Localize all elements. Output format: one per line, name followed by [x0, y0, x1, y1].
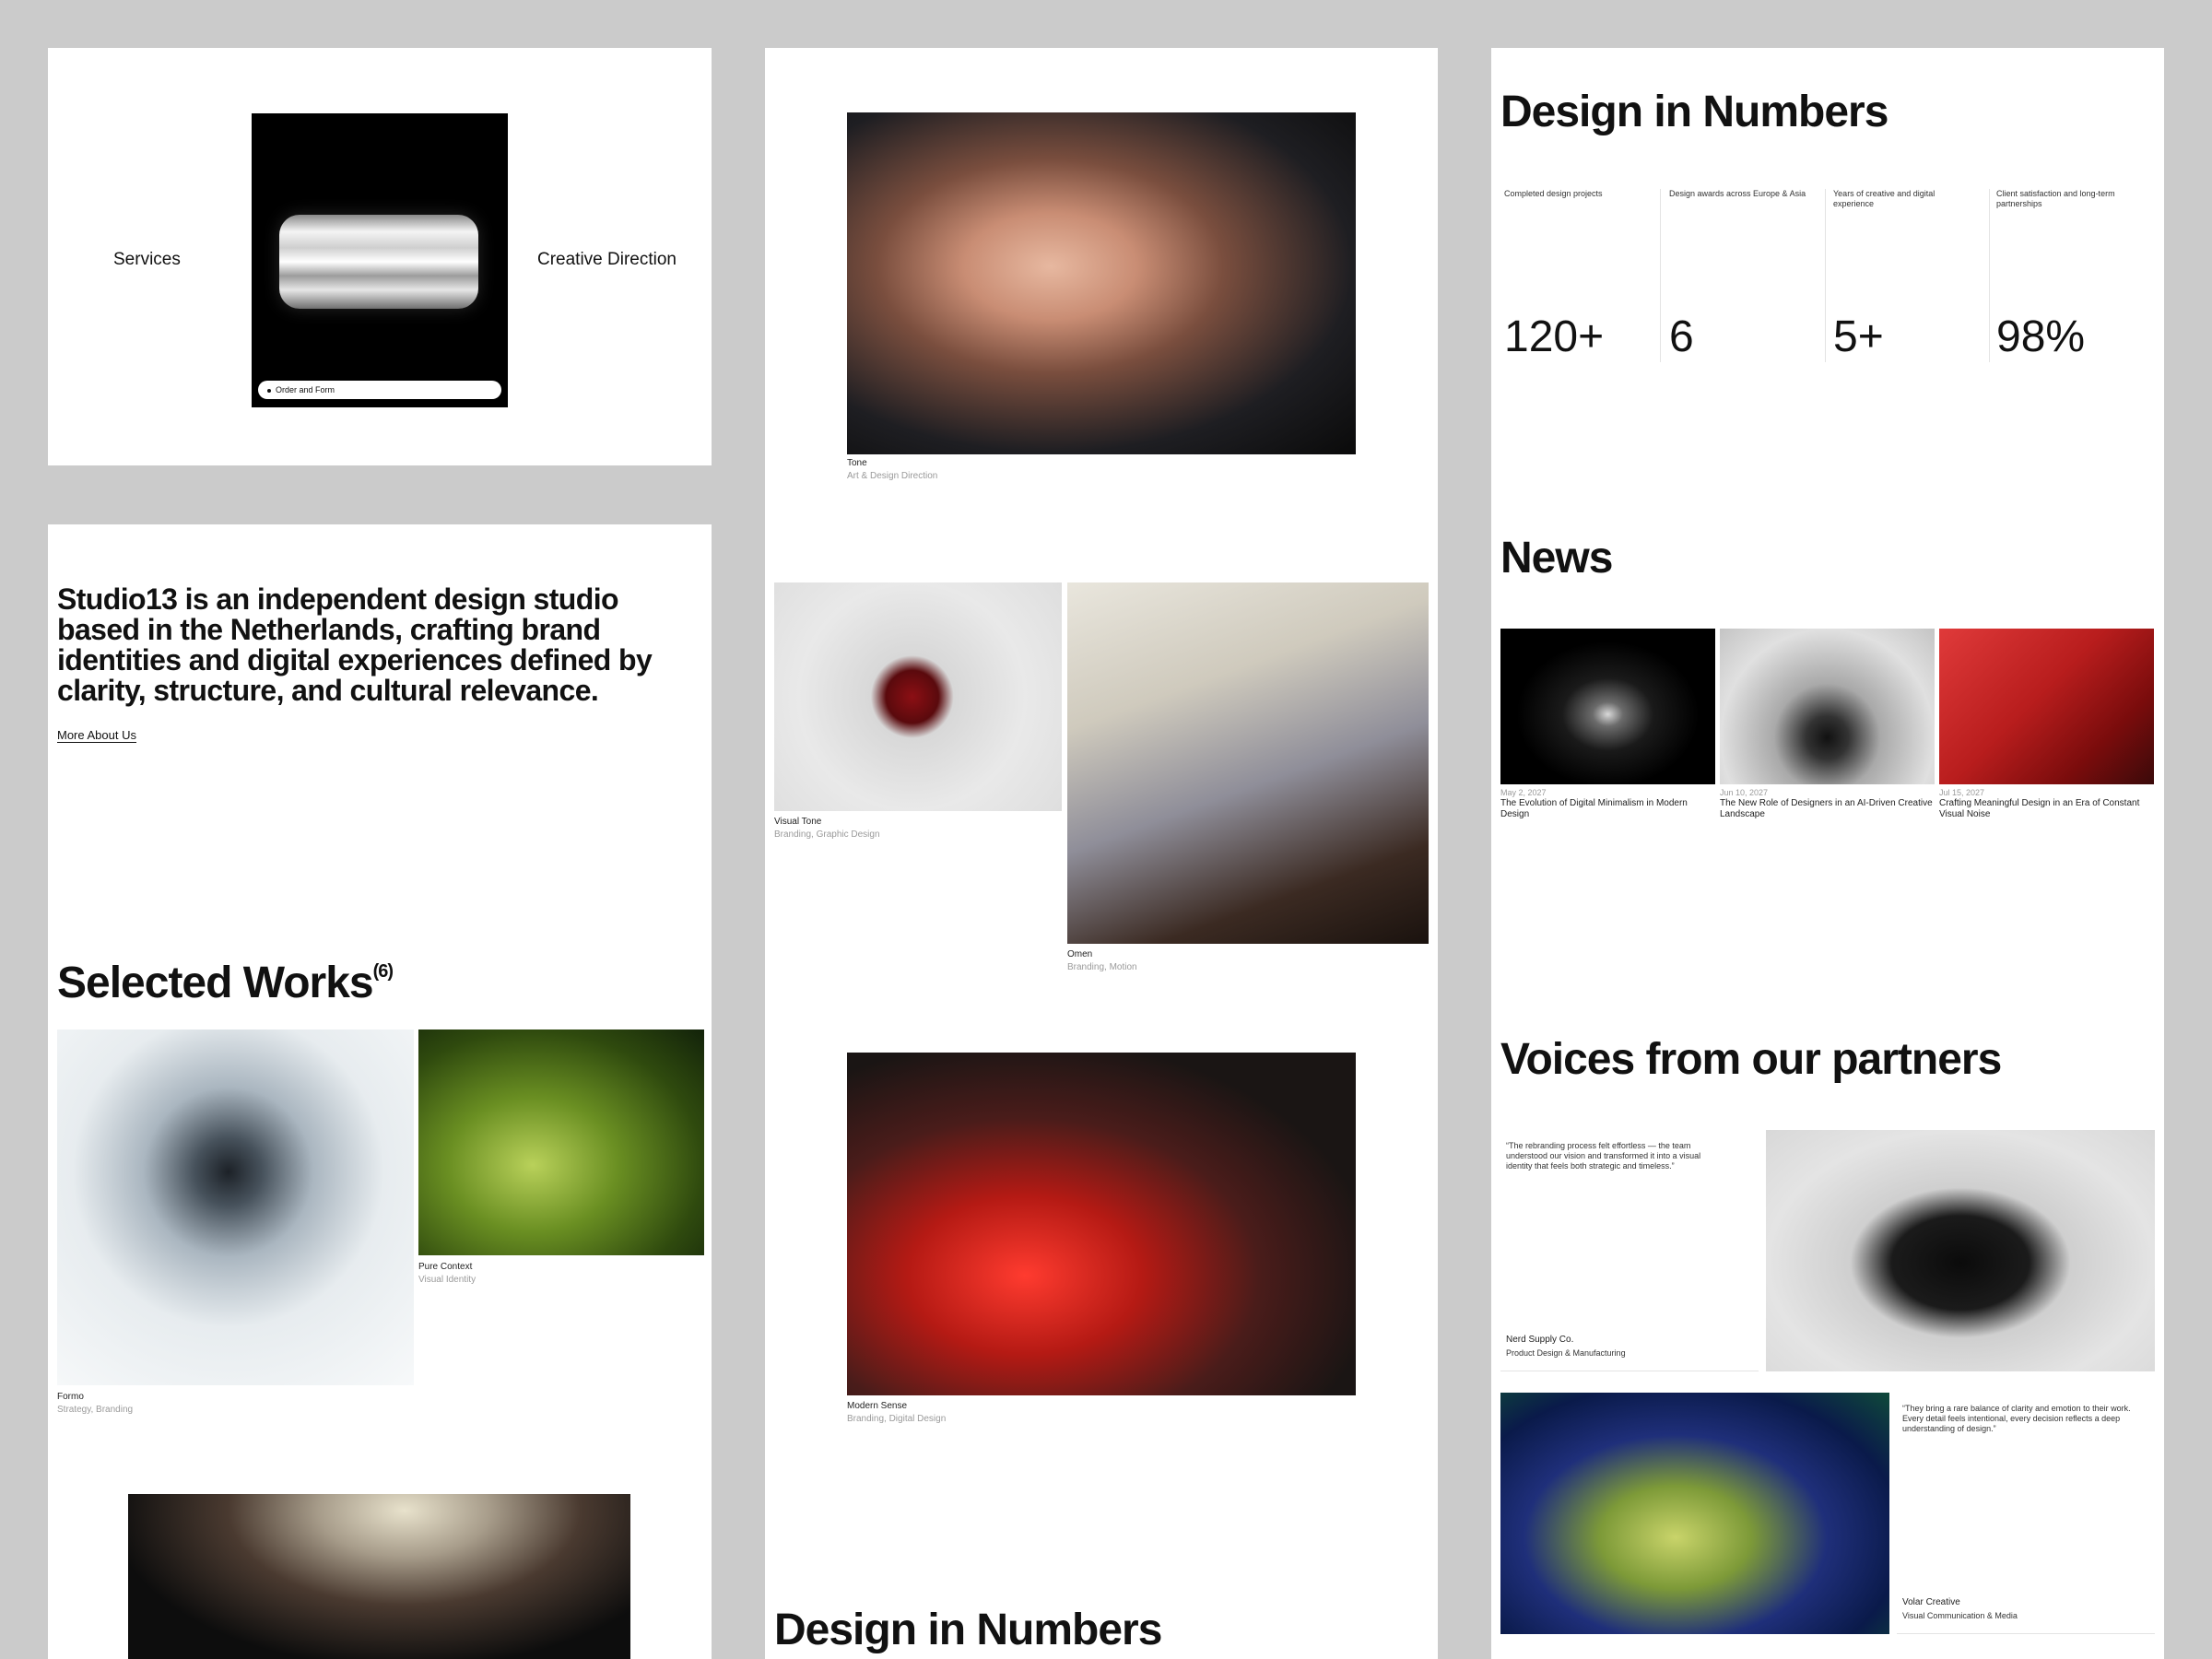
news-title: News — [1500, 534, 1613, 582]
work-image-tone[interactable] — [847, 112, 1356, 454]
stat-value: 98% — [1996, 312, 2086, 361]
testimonial-role: Visual Communication & Media — [1902, 1611, 2018, 1620]
work-tags-pure-context: Visual Identity — [418, 1275, 477, 1285]
stat-value: 6 — [1669, 312, 1694, 361]
selected-works-title: Selected Works(6) — [57, 958, 394, 1008]
work-title-pure-context[interactable]: Pure Context — [418, 1261, 472, 1274]
work-image-omen[interactable] — [1067, 582, 1429, 944]
news-headline[interactable]: The Evolution of Digital Minimalism in M… — [1500, 798, 1715, 820]
intro-panel: Studio13 is an independent design studio… — [48, 524, 712, 1659]
numbers-title: Design in Numbers — [1500, 88, 1888, 136]
testimonial-quote: “They bring a rare balance of clarity an… — [1902, 1404, 2131, 1433]
portfolio-numbers-title: Design in Numbers — [774, 1606, 1162, 1654]
work-title-omen[interactable]: Omen — [1067, 948, 1092, 961]
stat-label: Years of creative and digital experience — [1833, 189, 1936, 208]
stat-item: Design awards across Europe & Asia 6 — [1665, 189, 1826, 362]
news-headline[interactable]: Crafting Meaningful Design in an Era of … — [1939, 798, 2154, 820]
work-tags-omen: Branding, Motion — [1067, 962, 1137, 972]
stat-item: Completed design projects 120+ — [1500, 189, 1661, 362]
intro-text: Studio13 is an independent design studio… — [57, 582, 653, 707]
work-title-visual-tone[interactable]: Visual Tone — [774, 816, 821, 829]
work-image-formo[interactable] — [57, 1030, 414, 1385]
stat-value: 120+ — [1504, 312, 1605, 361]
dot-icon — [267, 388, 271, 393]
hero-image: Order and Form — [252, 113, 508, 407]
pill-label: Order and Form — [276, 385, 335, 394]
testimonial-role: Product Design & Manufacturing — [1506, 1348, 1626, 1358]
work-image-portrait-preview[interactable] — [128, 1494, 630, 1659]
info-panel: Design in Numbers Completed design proje… — [1491, 48, 2164, 1659]
selected-works-heading: Selected Works — [57, 959, 374, 1007]
news-image-2[interactable] — [1720, 629, 1935, 784]
news-date: Jun 10, 2027 — [1720, 788, 1769, 797]
news-image-1[interactable] — [1500, 629, 1715, 784]
work-title-modern-sense[interactable]: Modern Sense — [847, 1400, 907, 1413]
news-headline[interactable]: The New Role of Designers in an AI-Drive… — [1720, 798, 1935, 820]
testimonial-card: “They bring a rare balance of clarity an… — [1897, 1393, 2155, 1634]
pill-caption[interactable]: Order and Form — [258, 381, 501, 399]
stat-value: 5+ — [1833, 312, 1884, 361]
hero-panel: Services Order and Form Creative Directi… — [48, 48, 712, 465]
testimonial-company: Nerd Supply Co. — [1506, 1335, 1574, 1345]
testimonial-company: Volar Creative — [1902, 1597, 1960, 1607]
work-title-formo[interactable]: Formo — [57, 1391, 84, 1404]
work-tags-modern-sense: Branding, Digital Design — [847, 1414, 947, 1424]
work-image-modern-sense[interactable] — [847, 1053, 1356, 1395]
work-tags-formo: Strategy, Branding — [57, 1405, 134, 1415]
testimonial-quote: “The rebranding process felt effortless … — [1506, 1141, 1701, 1171]
chrome-pill-shape — [279, 215, 478, 309]
stat-item: Years of creative and digital experience… — [1830, 189, 1990, 362]
work-tags-visual-tone: Branding, Graphic Design — [774, 830, 880, 840]
stat-label: Client satisfaction and long-term partne… — [1996, 189, 2115, 208]
work-title-tone[interactable]: Tone — [847, 457, 867, 470]
testimonial-image-pigment — [1500, 1393, 1889, 1634]
testimonial-image-car — [1766, 1130, 2155, 1371]
work-tags-tone: Art & Design Direction — [847, 471, 938, 481]
stat-label: Design awards across Europe & Asia — [1669, 189, 1806, 198]
voices-title: Voices from our partners — [1500, 1035, 2002, 1084]
more-about-us-link[interactable]: More About Us — [57, 728, 136, 743]
news-date: Jul 15, 2027 — [1939, 788, 1985, 797]
selected-works-count: (6) — [372, 961, 394, 982]
work-image-pure-context[interactable] — [418, 1030, 704, 1255]
testimonial-card: “The rebranding process felt effortless … — [1500, 1130, 1759, 1371]
work-image-visual-tone[interactable] — [774, 582, 1062, 811]
services-label[interactable]: Services — [113, 250, 181, 270]
stat-label: Completed design projects — [1504, 189, 1603, 198]
creative-direction-label[interactable]: Creative Direction — [537, 250, 677, 270]
portfolio-panel: Tone Art & Design Direction Visual Tone … — [765, 48, 1438, 1659]
news-date: May 2, 2027 — [1500, 788, 1547, 797]
news-image-3[interactable] — [1939, 629, 2154, 784]
stat-item: Client satisfaction and long-term partne… — [1993, 189, 2153, 362]
